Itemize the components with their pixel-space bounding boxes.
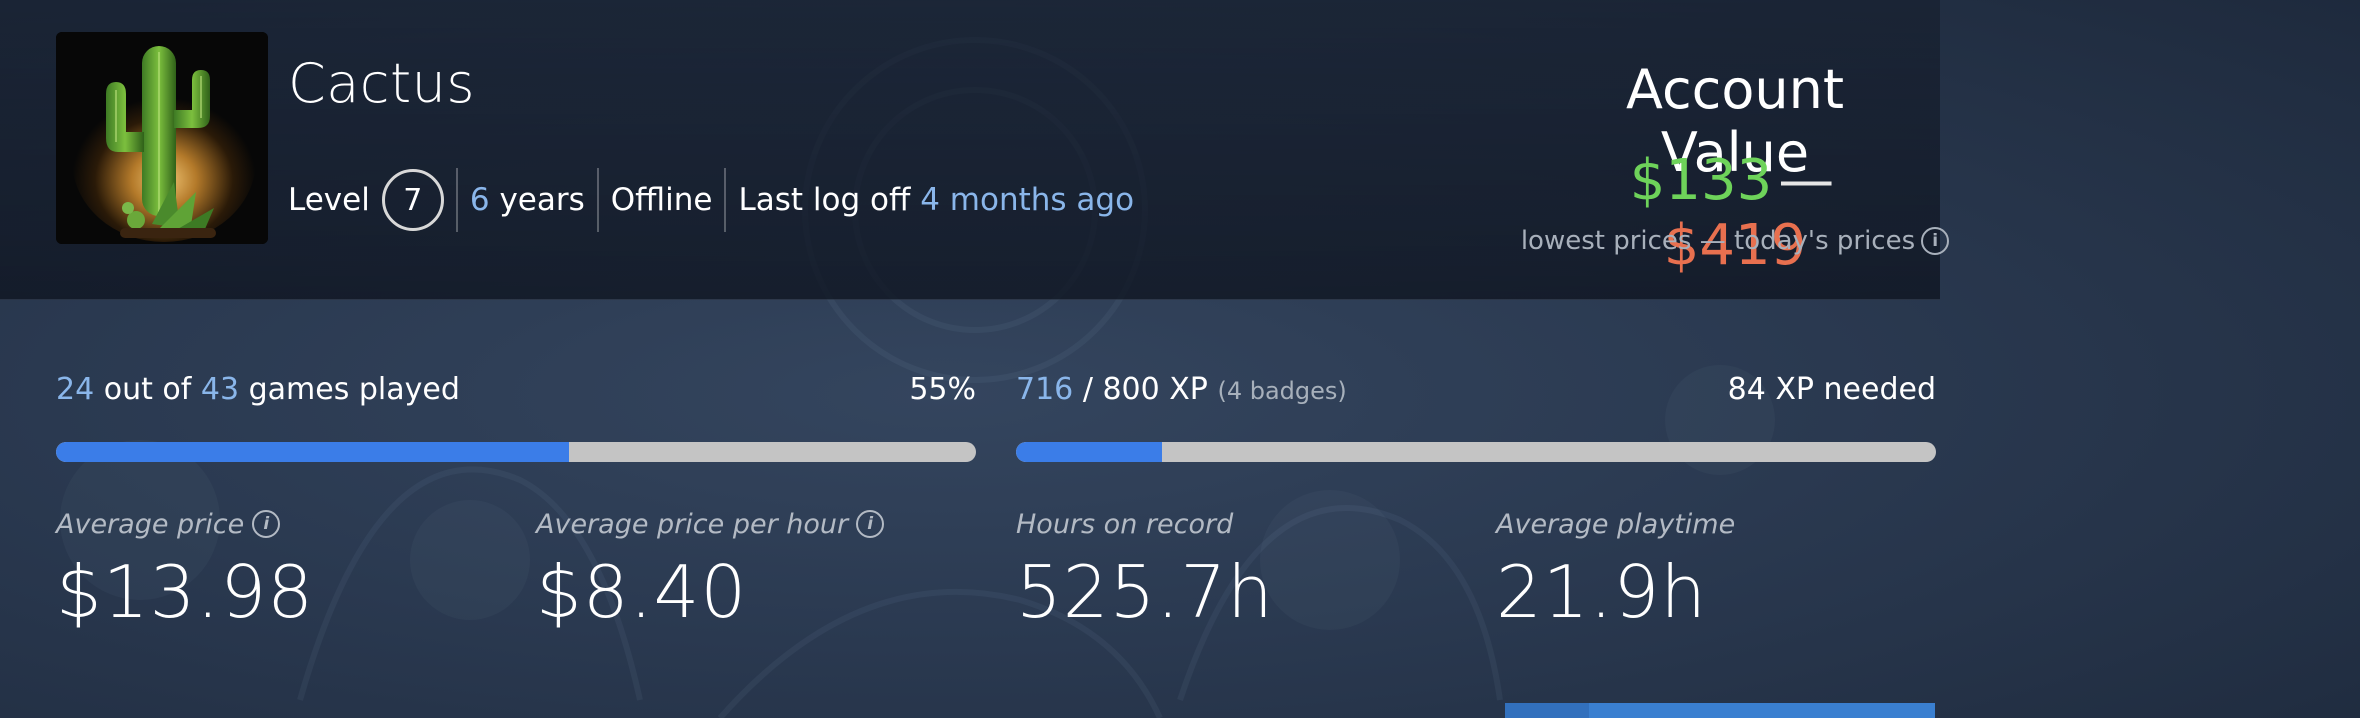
account-value-separator: — bbox=[1778, 148, 1835, 213]
avatar[interactable] bbox=[56, 32, 268, 244]
bottom-tab-segment[interactable] bbox=[1505, 703, 1589, 718]
games-played-text: 24 out of 43 games played bbox=[56, 372, 460, 407]
level-label: Level bbox=[288, 182, 370, 218]
games-progress-fill bbox=[56, 442, 570, 462]
account-value-range: $133 —$419 bbox=[1560, 148, 1910, 278]
stat-value: $8.40 bbox=[536, 550, 748, 634]
years-on-platform: 6 years bbox=[470, 182, 585, 218]
xp-progress: 716 / 800 XP (4 badges) 84 XP needed bbox=[1016, 372, 1936, 462]
stat-average-playtime: Average playtime 21.9h bbox=[1496, 504, 1966, 635]
username: Cactus bbox=[288, 52, 476, 115]
stat-hours-on-record: Hours on record 525.7h bbox=[1016, 504, 1486, 635]
xp-needed: 84 XP needed bbox=[1727, 372, 1936, 407]
games-played-progress: 24 out of 43 games played 55% bbox=[56, 372, 976, 462]
account-value-low: $133 bbox=[1629, 148, 1773, 213]
xp-progress-fill bbox=[1016, 442, 1162, 462]
games-played-label: games played bbox=[248, 372, 460, 407]
account-value-subtitle: lowest prices — today's prices i bbox=[1520, 226, 1950, 256]
bottom-tab-bar[interactable] bbox=[1505, 703, 1935, 718]
xp-progress-track bbox=[1016, 442, 1936, 462]
games-played-percent: 55% bbox=[909, 372, 976, 407]
years-label: years bbox=[499, 182, 585, 218]
xp-current: 716 bbox=[1016, 372, 1074, 407]
out-of-label: out of bbox=[103, 372, 192, 407]
stat-label: Average price bbox=[56, 508, 245, 540]
info-icon[interactable]: i bbox=[856, 510, 885, 538]
stat-average-price-per-hour: Average price per hour i $8.40 bbox=[536, 504, 1006, 634]
games-played-count: 24 bbox=[56, 372, 95, 407]
account-value-subtitle-text: lowest prices — today's prices bbox=[1520, 226, 1916, 256]
stat-value: 21.9h bbox=[1496, 550, 1707, 634]
years-number: 6 bbox=[469, 182, 490, 218]
stat-average-price: Average price i $13.98 bbox=[56, 504, 526, 635]
info-icon[interactable]: i bbox=[1921, 227, 1950, 255]
stat-label: Average playtime bbox=[1496, 508, 1736, 540]
info-icon[interactable]: i bbox=[252, 510, 281, 538]
profile-meta: Level 7 6 years Offline Last log off 4 m… bbox=[288, 168, 1134, 232]
level-badge[interactable]: 7 bbox=[381, 169, 444, 231]
last-logoff-value: 4 months ago bbox=[920, 182, 1135, 218]
stat-label: Hours on record bbox=[1016, 508, 1234, 540]
xp-total: / 800 XP bbox=[1082, 372, 1208, 407]
stat-value: 525.7h bbox=[1016, 550, 1274, 634]
xp-text: 716 / 800 XP (4 badges) bbox=[1016, 372, 1347, 407]
games-progress-track bbox=[56, 442, 976, 462]
last-logoff: Last log off 4 months ago bbox=[738, 182, 1134, 218]
xp-badges: (4 badges) bbox=[1217, 377, 1347, 405]
games-total-count: 43 bbox=[200, 372, 240, 407]
last-logoff-label: Last log off bbox=[738, 182, 911, 218]
divider bbox=[596, 168, 599, 232]
cactus-icon bbox=[56, 32, 268, 244]
online-status: Offline bbox=[610, 182, 713, 218]
stat-label: Average price per hour bbox=[536, 508, 849, 540]
divider bbox=[724, 168, 727, 232]
stat-value: $13.98 bbox=[56, 550, 314, 634]
divider bbox=[455, 168, 458, 232]
